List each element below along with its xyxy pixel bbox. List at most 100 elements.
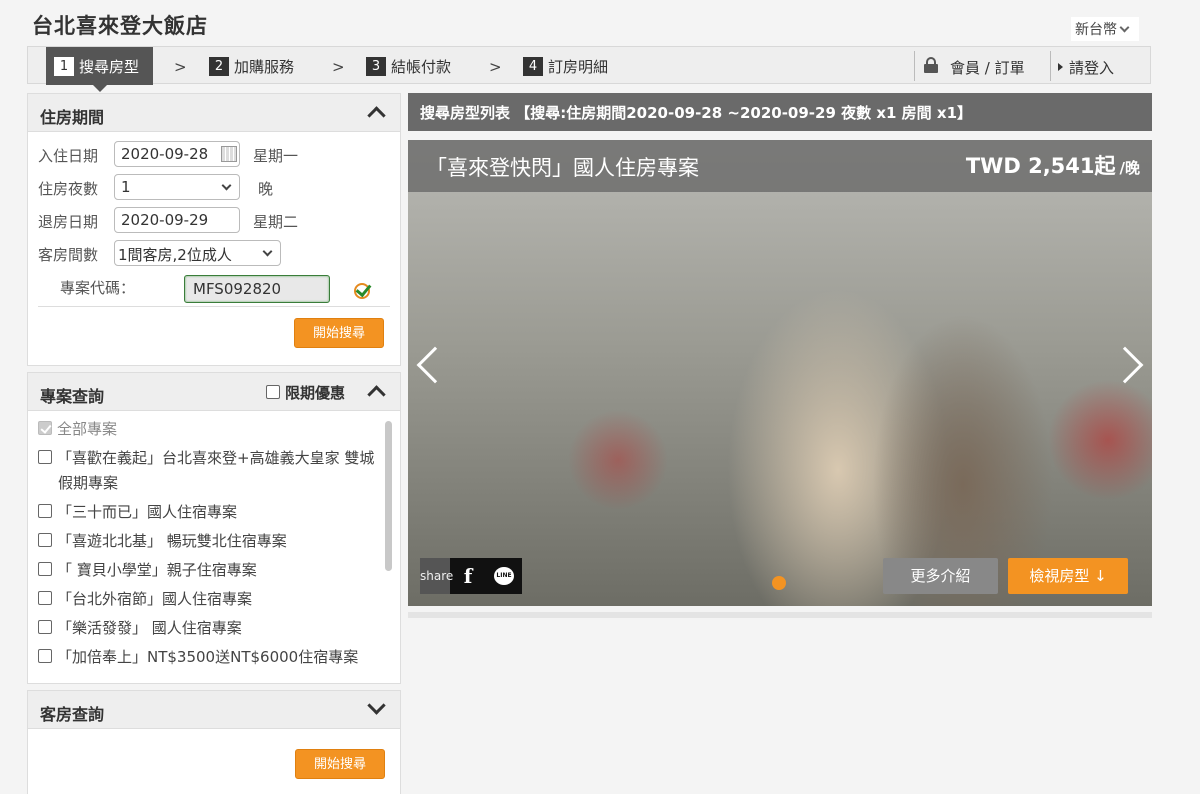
promo-item-label: 「三十而已」國人住宿專案 bbox=[57, 503, 238, 521]
triangle-right-icon bbox=[1058, 63, 1063, 71]
package-price: TWD 2,541起/晚 bbox=[966, 150, 1140, 180]
checkbox[interactable] bbox=[38, 449, 52, 464]
step-separator: > bbox=[489, 58, 502, 76]
scrollbar-thumb[interactable] bbox=[385, 421, 392, 571]
promo-item[interactable]: 「樂活發發」 國人住宿專案 bbox=[38, 616, 378, 641]
booking-steps: 1 搜尋房型 > 2 加購服務 > 3 結帳付款 > 4 訂房明細 會員 / 訂單 請登… bbox=[27, 46, 1151, 92]
verified-check-icon bbox=[354, 283, 370, 299]
chevron-down-icon bbox=[262, 246, 273, 257]
checkbox[interactable] bbox=[38, 503, 52, 518]
promo-list-scrollbar[interactable] bbox=[382, 417, 392, 681]
promo-item-label: 「加倍奉上」NT$3500送NT$6000住宿專案 bbox=[57, 648, 359, 666]
package-hero-card: 「喜來登快閃」國人住房專案 TWD 2,541起/晚 share f LINE … bbox=[408, 140, 1152, 606]
chevron-down-icon bbox=[1119, 22, 1130, 33]
nights-unit: 晚 bbox=[258, 180, 274, 198]
room-search-header[interactable]: 客房查詢 bbox=[28, 691, 400, 729]
panel-title: 住房期間 bbox=[40, 108, 105, 127]
limited-offer-toggle[interactable]: 限期優惠 bbox=[266, 382, 345, 403]
checkin-weekday: 星期一 bbox=[253, 147, 299, 165]
checkbox[interactable] bbox=[266, 384, 280, 399]
checkout-date-input[interactable]: 2020-09-29 bbox=[114, 207, 240, 233]
promo-item-label: 「樂活發發」 國人住宿專案 bbox=[57, 619, 242, 637]
checkin-date-value: 2020-09-28 bbox=[121, 145, 209, 163]
currency-label: 新台幣 bbox=[1075, 22, 1117, 38]
promo-item[interactable]: 「喜歡在義起」台北喜來登+高雄義大皇家 雙城假期專案 bbox=[38, 446, 378, 496]
limited-offer-label: 限期優惠 bbox=[285, 384, 346, 402]
promo-item-all[interactable]: 全部專案 bbox=[38, 417, 378, 442]
chevron-up-icon[interactable] bbox=[367, 106, 386, 125]
hotel-name: 台北喜來登大飯店 bbox=[32, 14, 208, 38]
card-footer-bar bbox=[408, 612, 1152, 618]
currency-select[interactable]: 新台幣 bbox=[1071, 17, 1139, 41]
share-bar: share f LINE bbox=[420, 558, 522, 594]
step-label: 訂房明細 bbox=[548, 58, 609, 76]
step-search-room[interactable]: 1 搜尋房型 bbox=[46, 47, 154, 92]
nights-label: 住房夜數 bbox=[38, 180, 99, 198]
step-booking-details[interactable]: 4 訂房明細 bbox=[523, 56, 608, 77]
login-link[interactable]: 請登入 bbox=[1058, 57, 1114, 78]
promo-item-label: 「台北外宿節」國人住宿專案 bbox=[57, 590, 253, 608]
promo-item-label: 「 寶貝小學堂」親子住宿專案 bbox=[57, 561, 257, 579]
package-name[interactable]: 「喜來登快閃」國人住房專案 bbox=[426, 152, 699, 182]
checkout-weekday: 星期二 bbox=[253, 213, 299, 231]
room-search-button[interactable]: 開始搜尋 bbox=[295, 749, 385, 779]
rooms-guests-value: 1間客房,2位成人 bbox=[118, 246, 232, 264]
step-separator: > bbox=[174, 58, 187, 76]
promo-code-value: MFS092820 bbox=[193, 280, 282, 298]
stay-period-panel: 住房期間 入住日期 2020-09-28 星期一 住房夜數 1 晚 退房日期 2… bbox=[27, 93, 401, 366]
checkout-label: 退房日期 bbox=[38, 213, 99, 231]
promo-item[interactable]: 「三十而已」國人住宿專案 bbox=[38, 500, 378, 525]
line-app-icon[interactable]: LINE bbox=[494, 567, 514, 585]
panel-title: 專案查詢 bbox=[40, 387, 105, 406]
step-label: 加購服務 bbox=[234, 58, 295, 76]
promo-search-header[interactable]: 專案查詢 限期優惠 bbox=[28, 373, 400, 411]
step-add-services[interactable]: 2 加購服務 bbox=[209, 56, 294, 77]
nights-select[interactable]: 1 bbox=[114, 174, 240, 200]
checkin-date-input[interactable]: 2020-09-28 bbox=[114, 141, 240, 167]
promo-item[interactable]: 「加倍奉上」NT$3500送NT$6000住宿專案 bbox=[38, 645, 378, 670]
chevron-down-icon bbox=[221, 180, 232, 191]
facebook-icon[interactable]: f bbox=[450, 558, 486, 594]
login-label: 請登入 bbox=[1069, 59, 1115, 77]
nights-value: 1 bbox=[121, 178, 131, 196]
promo-search-panel: 專案查詢 限期優惠 全部專案 「喜歡在義起」台北喜來登+高雄義大皇家 雙城假期專… bbox=[27, 372, 401, 684]
checkbox[interactable] bbox=[38, 561, 52, 576]
divider bbox=[1050, 51, 1051, 81]
promo-item[interactable]: 「 寶貝小學堂」親子住宿專案 bbox=[38, 558, 378, 583]
checkbox[interactable] bbox=[38, 532, 52, 547]
carousel-indicator-dot[interactable] bbox=[772, 576, 786, 590]
more-info-button[interactable]: 更多介紹 bbox=[883, 558, 998, 594]
divider bbox=[38, 306, 390, 307]
checkbox[interactable] bbox=[38, 420, 52, 435]
step-number: 2 bbox=[209, 57, 229, 76]
lock-icon bbox=[924, 57, 938, 73]
member-orders-link[interactable]: 會員 / 訂單 bbox=[950, 57, 1025, 78]
step-checkout[interactable]: 3 結帳付款 bbox=[366, 56, 451, 77]
checkout-date-value: 2020-09-29 bbox=[121, 211, 209, 229]
promo-code-input[interactable]: MFS092820 bbox=[184, 275, 330, 303]
step-label: 結帳付款 bbox=[391, 58, 452, 76]
share-icon[interactable]: share bbox=[420, 558, 453, 594]
step-number: 1 bbox=[54, 56, 74, 76]
checkin-label: 入住日期 bbox=[38, 147, 99, 165]
chevron-down-icon[interactable] bbox=[367, 696, 386, 715]
results-heading: 搜尋房型列表 【搜尋:住房期間2020-09-28 ~2020-09-29 夜數… bbox=[408, 93, 1152, 131]
carousel-next-icon[interactable] bbox=[1106, 346, 1144, 384]
promo-item-label: 全部專案 bbox=[57, 420, 118, 438]
calendar-icon[interactable] bbox=[221, 146, 237, 162]
stay-search-button[interactable]: 開始搜尋 bbox=[294, 318, 384, 348]
step-number: 3 bbox=[366, 57, 386, 76]
checkbox[interactable] bbox=[38, 590, 52, 605]
price-value: TWD 2,541起 bbox=[965, 154, 1116, 178]
step-number: 4 bbox=[523, 57, 543, 76]
carousel-prev-icon[interactable] bbox=[416, 346, 454, 384]
promo-item-label: 「喜遊北北基」 暢玩雙北住宿專案 bbox=[57, 532, 287, 550]
checkbox[interactable] bbox=[38, 619, 52, 634]
promo-item[interactable]: 「台北外宿節」國人住宿專案 bbox=[38, 587, 378, 612]
stay-period-header[interactable]: 住房期間 bbox=[28, 94, 400, 132]
promo-item[interactable]: 「喜遊北北基」 暢玩雙北住宿專案 bbox=[38, 529, 378, 554]
checkbox[interactable] bbox=[38, 648, 52, 663]
rooms-guests-select[interactable]: 1間客房,2位成人 bbox=[114, 240, 281, 266]
view-rooms-button[interactable]: 檢視房型 ↓ bbox=[1008, 558, 1128, 594]
chevron-up-icon[interactable] bbox=[367, 385, 386, 404]
